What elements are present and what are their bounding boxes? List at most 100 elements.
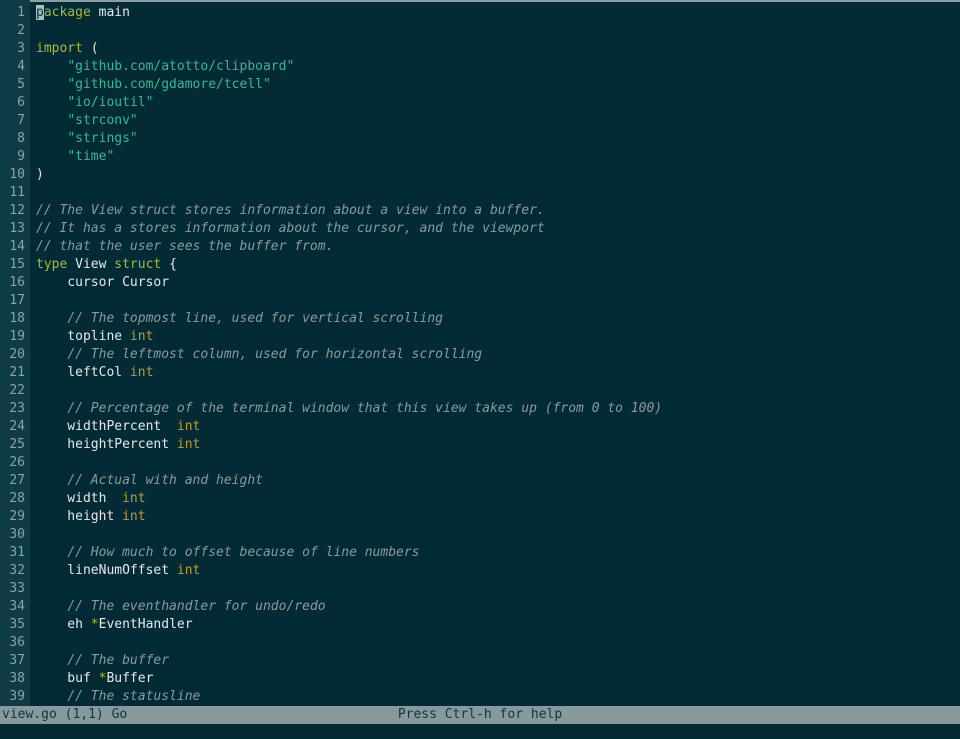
code-line[interactable]: 8 "strings"	[0, 130, 960, 148]
code-text[interactable]: "time"	[25, 148, 960, 166]
code-text[interactable]: buf *Buffer	[25, 670, 960, 688]
code-line[interactable]: 28 width int	[0, 490, 960, 508]
line-number: 10	[0, 166, 25, 184]
code-segment	[36, 59, 67, 74]
code-line[interactable]: 33	[0, 580, 960, 598]
code-line[interactable]: 39 // The statusline	[0, 688, 960, 706]
code-text[interactable]	[25, 382, 960, 400]
code-text[interactable]: import (	[25, 40, 960, 58]
code-line[interactable]: 7 "strconv"	[0, 112, 960, 130]
code-line[interactable]: 24 widthPercent int	[0, 418, 960, 436]
code-segment: )	[36, 167, 44, 182]
code-text[interactable]: // The View struct stores information ab…	[25, 202, 960, 220]
line-number: 28	[0, 490, 25, 508]
code-line[interactable]: 26	[0, 454, 960, 472]
code-line[interactable]: 6 "io/ioutil"	[0, 94, 960, 112]
line-number: 21	[0, 364, 25, 382]
code-text[interactable]: type View struct {	[25, 256, 960, 274]
code-segment: int	[177, 563, 200, 578]
code-line[interactable]: 34 // The eventhandler for undo/redo	[0, 598, 960, 616]
code-text[interactable]: "strings"	[25, 130, 960, 148]
code-segment: widthPercent	[36, 419, 177, 434]
code-segment: int	[177, 419, 200, 434]
code-text[interactable]: "io/ioutil"	[25, 94, 960, 112]
code-line[interactable]: 27 // Actual with and height	[0, 472, 960, 490]
code-line[interactable]: 13// It has a stores information about t…	[0, 220, 960, 238]
code-text[interactable]: // The topmost line, used for vertical s…	[25, 310, 960, 328]
code-line[interactable]: 4 "github.com/atotto/clipboard"	[0, 58, 960, 76]
code-text[interactable]: eh *EventHandler	[25, 616, 960, 634]
code-text[interactable]: // Percentage of the terminal window tha…	[25, 400, 960, 418]
line-number: 4	[0, 58, 25, 76]
code-text[interactable]	[25, 22, 960, 40]
code-line[interactable]: 17	[0, 292, 960, 310]
code-text[interactable]: // It has a stores information about the…	[25, 220, 960, 238]
code-text[interactable]: "strconv"	[25, 112, 960, 130]
code-line[interactable]: 25 heightPercent int	[0, 436, 960, 454]
code-line[interactable]: 30	[0, 526, 960, 544]
code-text[interactable]: package main	[25, 4, 960, 22]
line-number: 15	[0, 256, 25, 274]
code-text[interactable]: // The buffer	[25, 652, 960, 670]
code-line[interactable]: 3import (	[0, 40, 960, 58]
code-segment: int	[122, 509, 145, 524]
code-text[interactable]: leftCol int	[25, 364, 960, 382]
code-line[interactable]: 29 height int	[0, 508, 960, 526]
code-text[interactable]: // The leftmost column, used for horizon…	[25, 346, 960, 364]
code-segment: int	[130, 329, 153, 344]
code-text[interactable]: cursor Cursor	[25, 274, 960, 292]
code-segment	[36, 113, 67, 128]
code-line[interactable]: 23 // Percentage of the terminal window …	[0, 400, 960, 418]
code-area[interactable]: 1package main23import (4 "github.com/ato…	[0, 4, 960, 706]
code-text[interactable]	[25, 292, 960, 310]
code-segment: topline	[36, 329, 130, 344]
code-line[interactable]: 22	[0, 382, 960, 400]
code-line[interactable]: 31 // How much to offset because of line…	[0, 544, 960, 562]
code-text[interactable]: // How much to offset because of line nu…	[25, 544, 960, 562]
code-line[interactable]: 32 lineNumOffset int	[0, 562, 960, 580]
code-text[interactable]: topline int	[25, 328, 960, 346]
code-line[interactable]: 1package main	[0, 4, 960, 22]
code-text[interactable]: )	[25, 166, 960, 184]
code-text[interactable]: widthPercent int	[25, 418, 960, 436]
code-segment: {	[161, 257, 177, 272]
code-segment: int	[177, 437, 200, 452]
code-line[interactable]: 12// The View struct stores information …	[0, 202, 960, 220]
code-text[interactable]	[25, 184, 960, 202]
code-line[interactable]: 5 "github.com/gdamore/tcell"	[0, 76, 960, 94]
code-text[interactable]: // The eventhandler for undo/redo	[25, 598, 960, 616]
code-line[interactable]: 10)	[0, 166, 960, 184]
code-line[interactable]: 11	[0, 184, 960, 202]
code-line[interactable]: 20 // The leftmost column, used for hori…	[0, 346, 960, 364]
code-line[interactable]: 15type View struct {	[0, 256, 960, 274]
code-text[interactable]: width int	[25, 490, 960, 508]
code-text[interactable]	[25, 634, 960, 652]
line-number: 7	[0, 112, 25, 130]
code-text[interactable]: lineNumOffset int	[25, 562, 960, 580]
code-line[interactable]: 36	[0, 634, 960, 652]
code-text[interactable]: height int	[25, 508, 960, 526]
code-line[interactable]: 38 buf *Buffer	[0, 670, 960, 688]
code-segment	[36, 401, 67, 416]
code-line[interactable]: 2	[0, 22, 960, 40]
code-text[interactable]	[25, 526, 960, 544]
code-text[interactable]	[25, 580, 960, 598]
code-segment: cursor Cursor	[36, 275, 169, 290]
code-text[interactable]: // The statusline	[25, 688, 960, 706]
line-number: 11	[0, 184, 25, 202]
code-line[interactable]: 18 // The topmost line, used for vertica…	[0, 310, 960, 328]
code-text[interactable]: // Actual with and height	[25, 472, 960, 490]
code-line[interactable]: 16 cursor Cursor	[0, 274, 960, 292]
code-line[interactable]: 35 eh *EventHandler	[0, 616, 960, 634]
code-line[interactable]: 14// that the user sees the buffer from.	[0, 238, 960, 256]
code-line[interactable]: 21 leftCol int	[0, 364, 960, 382]
code-line[interactable]: 19 topline int	[0, 328, 960, 346]
code-text[interactable]: heightPercent int	[25, 436, 960, 454]
line-number: 25	[0, 436, 25, 454]
code-text[interactable]: // that the user sees the buffer from.	[25, 238, 960, 256]
code-line[interactable]: 9 "time"	[0, 148, 960, 166]
code-text[interactable]: "github.com/atotto/clipboard"	[25, 58, 960, 76]
code-text[interactable]: "github.com/gdamore/tcell"	[25, 76, 960, 94]
code-line[interactable]: 37 // The buffer	[0, 652, 960, 670]
code-text[interactable]	[25, 454, 960, 472]
